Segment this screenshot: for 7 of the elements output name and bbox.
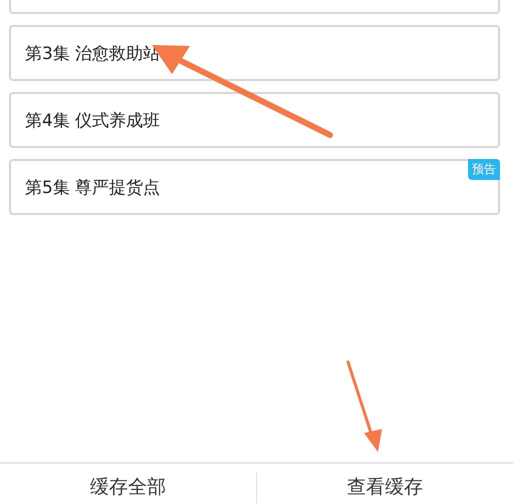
cache-button[interactable]: 缓存全部 (0, 464, 256, 504)
episode-item[interactable]: 第5集 尊严提货点 预告 (9, 159, 500, 215)
episode-title: 第4集 仪式养成班 (25, 110, 160, 132)
preview-badge: 预告 (468, 159, 500, 180)
episode-title: 第5集 尊严提货点 (25, 176, 160, 198)
cache-button[interactable]: 查看缓存 (257, 464, 513, 504)
episode-item[interactable]: 第4集 仪式养成班 (9, 92, 500, 148)
